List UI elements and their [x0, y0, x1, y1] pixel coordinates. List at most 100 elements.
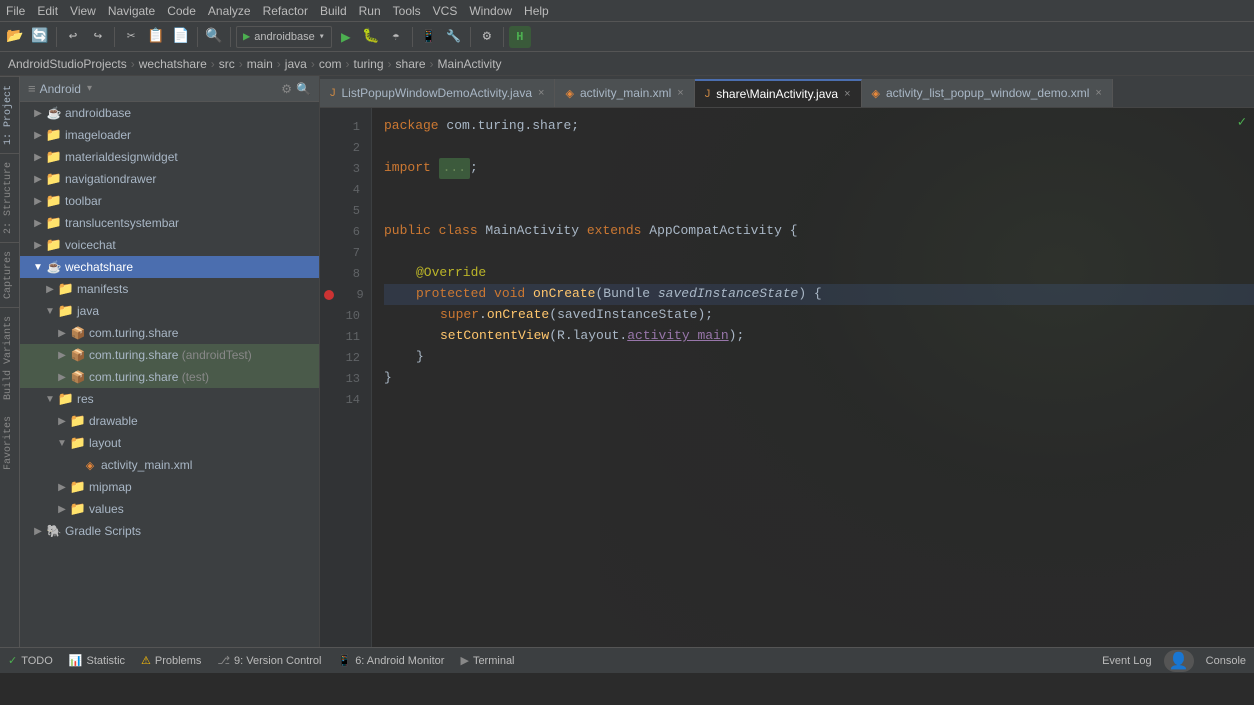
tree-item-layout[interactable]: ▼ 📁 layout — [20, 432, 319, 454]
tree-action-1[interactable]: ⚙ — [281, 82, 292, 96]
panel-structure[interactable]: 2: Structure — [0, 153, 19, 242]
undo-btn[interactable]: ↩ — [62, 26, 84, 48]
menu-view[interactable]: View — [70, 4, 96, 18]
editor-area: J ListPopupWindowDemoActivity.java × ◈ a… — [320, 76, 1254, 647]
panel-captures[interactable]: Captures — [0, 242, 19, 307]
breadcrumb-wechatshare[interactable]: wechatshare — [139, 57, 207, 71]
coverage-btn[interactable]: ☂ — [385, 26, 407, 48]
tree-item-mipmap[interactable]: ▶ 📁 mipmap — [20, 476, 319, 498]
status-terminal[interactable]: ▶ Terminal — [460, 654, 514, 667]
tree-item-voicechat[interactable]: ▶ 📁 voicechat — [20, 234, 319, 256]
run-btn[interactable]: ▶ — [335, 26, 357, 48]
code-line-8: @Override — [384, 263, 1254, 284]
tree-item-package-test[interactable]: ▶ 📦 com.turing.share (test) — [20, 366, 319, 388]
cut-btn[interactable]: ✂ — [120, 26, 142, 48]
status-android-monitor[interactable]: 📱 6: Android Monitor — [337, 654, 444, 667]
menu-help[interactable]: Help — [524, 4, 549, 18]
breadcrumb-src[interactable]: src — [219, 57, 235, 71]
tree-item-package-android-test[interactable]: ▶ 📦 com.turing.share (androidTest) — [20, 344, 319, 366]
breadcrumb-java[interactable]: java — [285, 57, 307, 71]
tree-item-values[interactable]: ▶ 📁 values — [20, 498, 319, 520]
menu-run[interactable]: Run — [359, 4, 381, 18]
breadcrumb-com[interactable]: com — [319, 57, 342, 71]
menu-analyze[interactable]: Analyze — [208, 4, 251, 18]
avd-btn[interactable]: 📱 — [418, 26, 440, 48]
tree-item-translucentsystembar[interactable]: ▶ 📁 translucentsystembar — [20, 212, 319, 234]
status-bar: ✓ TODO 📊 Statistic ⚠ Problems ⎇ 9: Versi… — [0, 647, 1254, 673]
menu-vcs[interactable]: VCS — [433, 4, 458, 18]
tab-activity-main-xml-close[interactable]: × — [677, 87, 683, 99]
code-line-10: super.onCreate(savedInstanceState); — [384, 305, 1254, 326]
status-todo[interactable]: ✓ TODO — [8, 654, 53, 667]
menu-build[interactable]: Build — [320, 4, 347, 18]
help-btn[interactable]: H — [509, 26, 531, 48]
find-btn[interactable]: 🔍 — [203, 26, 225, 48]
tree-item-package-main[interactable]: ▶ 📦 com.turing.share — [20, 322, 319, 344]
tab-mainactivity-java-label: share\MainActivity.java — [716, 87, 838, 101]
tab-listpopup-xml[interactable]: ◈ activity_list_popup_window_demo.xml × — [862, 79, 1113, 107]
code-line-9: protected void onCreate(Bundle savedInst… — [384, 284, 1254, 305]
status-event-log[interactable]: Event Log — [1102, 655, 1152, 667]
settings-btn[interactable]: ⚙ — [476, 26, 498, 48]
tabs-bar: J ListPopupWindowDemoActivity.java × ◈ a… — [320, 76, 1254, 108]
sync-btn[interactable]: 🔄 — [29, 26, 51, 48]
status-statistic[interactable]: 📊 Statistic — [69, 654, 125, 667]
tree-item-java[interactable]: ▼ 📁 java — [20, 300, 319, 322]
panel-build-variants[interactable]: Build Variants — [0, 307, 19, 408]
problems-label: Problems — [155, 655, 201, 667]
tab-listpopup[interactable]: J ListPopupWindowDemoActivity.java × — [320, 79, 555, 107]
tab-listpopup-close[interactable]: × — [538, 87, 544, 99]
redo-btn[interactable]: ↪ — [87, 26, 109, 48]
open-btn[interactable]: 📂 — [4, 26, 26, 48]
breadcrumb-turing[interactable]: turing — [353, 57, 383, 71]
tree-item-navigationdrawer[interactable]: ▶ 📁 navigationdrawer — [20, 168, 319, 190]
tree-item-res[interactable]: ▼ 📁 res — [20, 388, 319, 410]
tree-item-toolbar[interactable]: ▶ 📁 toolbar — [20, 190, 319, 212]
menu-edit[interactable]: Edit — [37, 4, 58, 18]
tree-item-drawable[interactable]: ▶ 📁 drawable — [20, 410, 319, 432]
code-line-5 — [384, 200, 1254, 221]
tab-mainactivity-java[interactable]: J share\MainActivity.java × — [695, 79, 862, 107]
code-line-7 — [384, 242, 1254, 263]
panel-project[interactable]: 1: Project — [0, 76, 19, 153]
todo-icon: ✓ — [8, 654, 17, 667]
run-config-dropdown[interactable]: ▶ androidbase ▾ — [236, 26, 332, 48]
menu-tools[interactable]: Tools — [393, 4, 421, 18]
paste-btn[interactable]: 📄 — [170, 26, 192, 48]
tree-item-wechatshare[interactable]: ▼ ☕ wechatshare — [20, 256, 319, 278]
status-console[interactable]: Console — [1206, 655, 1246, 667]
status-vcs[interactable]: ⎇ 9: Version Control — [217, 654, 321, 667]
code-content[interactable]: ✓ package com.turing.share; import ...; — [372, 108, 1254, 647]
breadcrumb-mainactivity[interactable]: MainActivity — [438, 57, 502, 71]
sdk-btn[interactable]: 🔧 — [443, 26, 465, 48]
menu-file[interactable]: File — [6, 4, 25, 18]
tree-header: ≡ Android ▾ ⚙ 🔍 — [20, 76, 319, 102]
menu-refactor[interactable]: Refactor — [263, 4, 308, 18]
editor-status: ✓ — [1238, 112, 1246, 134]
tree-item-materialdesignwidget[interactable]: ▶ 📁 materialdesignwidget — [20, 146, 319, 168]
copy-btn[interactable]: 📋 — [145, 26, 167, 48]
tree-item-gradle-scripts[interactable]: ▶ 🐘 Gradle Scripts — [20, 520, 319, 542]
todo-label: TODO — [21, 655, 53, 667]
status-problems[interactable]: ⚠ Problems — [141, 654, 201, 667]
tree-item-androidbase[interactable]: ▶ ☕ androidbase — [20, 102, 319, 124]
tab-listpopup-xml-close[interactable]: × — [1095, 87, 1101, 99]
tab-mainactivity-java-close[interactable]: × — [844, 88, 850, 100]
tree-item-activity-main-xml[interactable]: ▶ ◈ activity_main.xml — [20, 454, 319, 476]
panel-favorites[interactable]: Favorites — [0, 408, 19, 478]
tree-item-imageloader[interactable]: ▶ 📁 imageloader — [20, 124, 319, 146]
console-label: Console — [1206, 655, 1246, 667]
breadcrumb-share[interactable]: share — [396, 57, 426, 71]
tab-activity-main-xml[interactable]: ◈ activity_main.xml × — [555, 79, 694, 107]
menu-window[interactable]: Window — [469, 4, 512, 18]
debug-btn[interactable]: 🐛 — [360, 26, 382, 48]
breadcrumb-androidstudioprojects[interactable]: AndroidStudioProjects — [8, 57, 127, 71]
menu-code[interactable]: Code — [167, 4, 196, 18]
breadcrumb-main[interactable]: main — [247, 57, 273, 71]
menu-navigate[interactable]: Navigate — [108, 4, 155, 18]
tree-action-2[interactable]: 🔍 — [296, 82, 311, 96]
sep6 — [470, 27, 471, 47]
status-right: Event Log 👤 Console — [1102, 650, 1246, 672]
tree-item-manifests[interactable]: ▶ 📁 manifests — [20, 278, 319, 300]
code-line-13: } — [384, 368, 1254, 389]
